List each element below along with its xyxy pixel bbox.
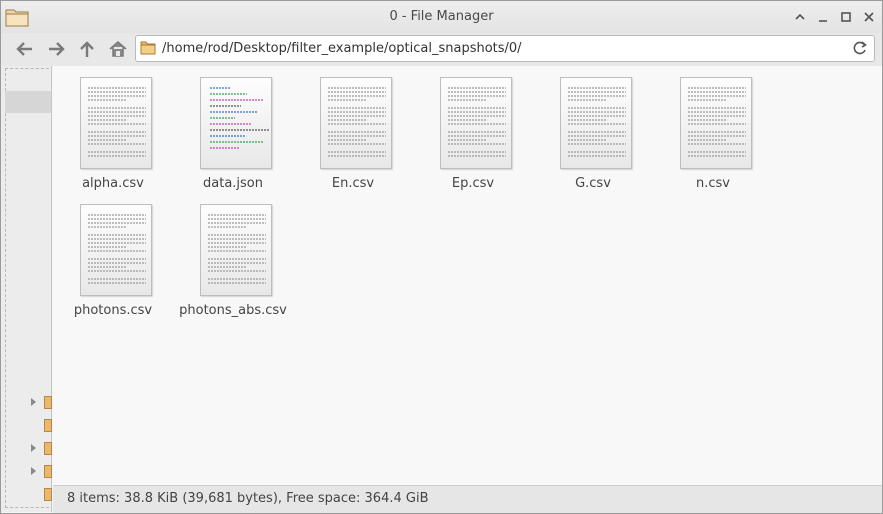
up-button[interactable] xyxy=(76,39,98,59)
tree-item[interactable] xyxy=(31,487,52,503)
file-name: photons.csv xyxy=(73,303,153,318)
thumbnail-lines xyxy=(448,87,506,157)
folder-icon xyxy=(44,396,52,409)
file-item[interactable]: G.csv xyxy=(533,66,653,191)
forward-button[interactable] xyxy=(45,39,67,59)
expander-icon[interactable] xyxy=(31,444,36,452)
folder-icon xyxy=(140,41,156,55)
sidebar[interactable] xyxy=(1,66,52,512)
folder-icon xyxy=(44,442,52,455)
text-file-icon xyxy=(200,204,272,296)
location-path[interactable]: /home/rod/Desktop/filter_example/optical… xyxy=(162,41,522,56)
folder-icon xyxy=(44,488,52,501)
location-bar[interactable]: /home/rod/Desktop/filter_example/optical… xyxy=(135,35,875,62)
title-bar[interactable]: 0 - File Manager xyxy=(1,1,882,33)
tree-item[interactable] xyxy=(31,395,52,411)
text-file-icon xyxy=(80,77,152,169)
back-arrow-icon xyxy=(16,42,32,56)
tree-item[interactable] xyxy=(31,464,52,480)
file-item[interactable]: photons.csv xyxy=(53,193,173,318)
window-title: 0 - File Manager xyxy=(389,9,494,24)
text-file-icon xyxy=(440,77,512,169)
thumbnail-lines xyxy=(688,87,746,157)
chevron-up-icon xyxy=(795,13,805,20)
code-file-icon xyxy=(200,77,272,169)
thumbnail-lines xyxy=(88,87,146,157)
close-button[interactable] xyxy=(861,9,877,25)
file-view[interactable]: alpha.csv data.json En.csv Ep.csv G.csv … xyxy=(53,66,882,485)
tree-item[interactable] xyxy=(31,418,52,434)
close-icon xyxy=(864,12,874,22)
file-item[interactable]: En.csv xyxy=(293,66,413,191)
file-name: photons_abs.csv xyxy=(179,303,287,318)
file-item[interactable]: Ep.csv xyxy=(413,66,533,191)
text-file-icon xyxy=(680,77,752,169)
thumbnail-lines xyxy=(210,87,269,149)
expander-icon[interactable] xyxy=(31,398,36,406)
folder-icon xyxy=(44,419,52,432)
maximize-icon xyxy=(841,12,851,22)
home-button[interactable] xyxy=(107,39,129,59)
file-manager-window: 0 - File Manager /home/rod/Desktop/filte… xyxy=(0,0,883,514)
file-name: G.csv xyxy=(575,176,611,191)
file-name: data.json xyxy=(203,176,263,191)
minimize-icon xyxy=(819,20,827,22)
file-name: Ep.csv xyxy=(451,176,495,191)
status-text: 8 items: 38.8 KiB (39,681 bytes), Free s… xyxy=(67,491,429,506)
home-icon xyxy=(109,41,127,57)
maximize-button[interactable] xyxy=(838,9,854,25)
text-file-icon xyxy=(320,77,392,169)
thumbnail-lines xyxy=(328,87,386,157)
minimize-button[interactable] xyxy=(815,9,831,25)
file-item[interactable]: alpha.csv xyxy=(53,66,173,191)
file-item[interactable]: photons_abs.csv xyxy=(173,193,293,318)
thumbnail-lines xyxy=(568,87,626,157)
folder-icon xyxy=(44,465,52,478)
expander-icon[interactable] xyxy=(31,467,36,475)
file-name: alpha.csv xyxy=(82,176,144,191)
forward-arrow-icon xyxy=(49,42,65,56)
reload-icon[interactable] xyxy=(852,40,868,56)
text-file-icon xyxy=(560,77,632,169)
text-file-icon xyxy=(80,204,152,296)
file-name: n.csv xyxy=(696,176,730,191)
thumbnail-lines xyxy=(88,214,146,284)
up-arrow-icon xyxy=(80,41,94,57)
sidebar-selected-item[interactable] xyxy=(5,91,51,113)
file-item[interactable]: n.csv xyxy=(653,66,773,191)
file-item[interactable]: data.json xyxy=(173,66,293,191)
tree-item[interactable] xyxy=(31,441,52,457)
status-bar: 8 items: 38.8 KiB (39,681 bytes), Free s… xyxy=(53,485,882,513)
toolbar: /home/rod/Desktop/filter_example/optical… xyxy=(1,33,882,66)
back-button[interactable] xyxy=(14,39,36,59)
shade-button[interactable] xyxy=(792,9,808,25)
thumbnail-lines xyxy=(208,214,266,284)
file-name: En.csv xyxy=(331,176,375,191)
